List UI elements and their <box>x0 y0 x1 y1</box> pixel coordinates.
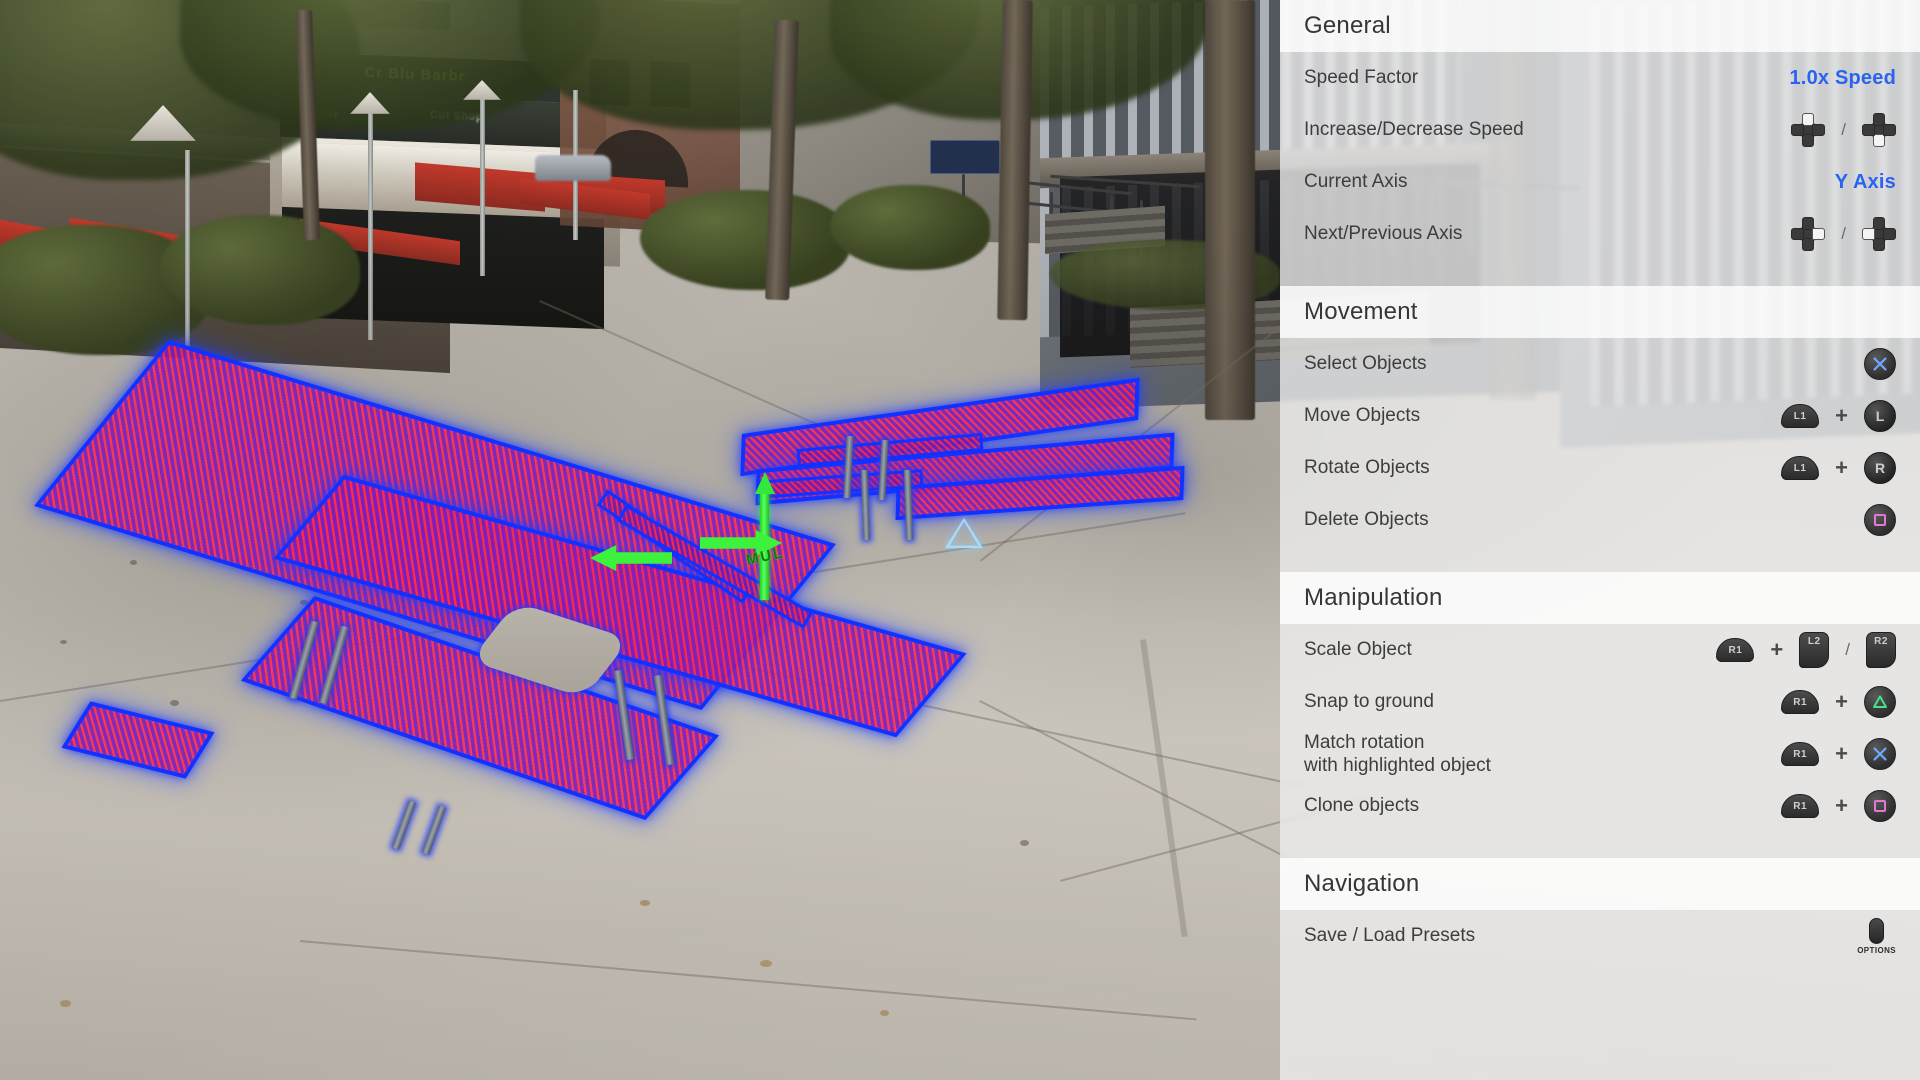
row-move-objects[interactable]: Move Objects L1 + L <box>1280 390 1920 442</box>
square-button-icon[interactable] <box>1864 504 1896 536</box>
debris <box>60 640 67 644</box>
options-caption: OPTIONS <box>1857 945 1896 955</box>
joiner-plus: + <box>1835 455 1848 480</box>
section-header-general: General <box>1280 0 1920 52</box>
l1-button-icon[interactable]: L1 <box>1781 456 1820 480</box>
debris <box>880 1010 889 1016</box>
separator-slash: / <box>1845 640 1850 659</box>
row-rotate-objects[interactable]: Rotate Objects L1 + R <box>1280 442 1920 494</box>
l2-trigger-icon[interactable]: L2 <box>1799 632 1830 668</box>
left-stick-icon[interactable]: L <box>1864 400 1896 432</box>
row-next-previous-axis[interactable]: Next/Previous Axis / <box>1280 208 1920 260</box>
r1-button-icon[interactable]: R1 <box>1781 742 1820 766</box>
row-label-match-rotation: Match rotation with highlighted object <box>1304 731 1781 777</box>
controls-overlay-panel: General Speed Factor 1.0x Speed Increase… <box>1280 0 1920 1080</box>
game-window: Cr Blu Barbr Barber Cut Shop <box>0 0 1920 1080</box>
row-label-delete-objects: Delete Objects <box>1304 509 1429 531</box>
section-header-navigation: Navigation <box>1280 858 1920 910</box>
cross-button-icon[interactable] <box>1864 738 1896 770</box>
options-pill <box>1869 917 1885 944</box>
row-delete-objects[interactable]: Delete Objects <box>1280 494 1920 546</box>
r1-button-icon[interactable]: R1 <box>1716 638 1755 662</box>
row-snap-to-ground[interactable]: Snap to ground R1 + <box>1280 676 1920 728</box>
section-header-manipulation: Manipulation <box>1280 572 1920 624</box>
debris <box>130 560 137 565</box>
row-current-axis[interactable]: Current Axis Y Axis <box>1280 156 1920 208</box>
row-label-match-rotation-line1: Match rotation <box>1304 731 1425 753</box>
joiner-plus: + <box>1835 793 1848 818</box>
row-label-rotate-objects: Rotate Objects <box>1304 457 1430 479</box>
separator-slash: / <box>1841 224 1846 243</box>
row-label-speed-factor: Speed Factor <box>1304 67 1419 89</box>
joiner-plus: + <box>1835 689 1848 714</box>
dpad-up-icon[interactable] <box>1791 113 1826 147</box>
value-speed-factor: 1.0x Speed <box>1789 66 1896 89</box>
museum-plaque <box>930 140 1000 174</box>
r2-trigger-icon[interactable]: R2 <box>1866 632 1896 668</box>
row-speed-factor[interactable]: Speed Factor 1.0x Speed <box>1280 52 1920 104</box>
cross-button-icon[interactable] <box>1864 348 1896 380</box>
joiner-plus: + <box>1835 403 1848 428</box>
options-button-icon[interactable]: OPTIONS <box>1857 917 1896 955</box>
row-scale-object[interactable]: Scale Object R1 + L2 / R2 <box>1280 624 1920 676</box>
debris <box>640 900 650 906</box>
row-label-match-rotation-line2: with highlighted object <box>1304 755 1491 776</box>
l1-button-icon[interactable]: L1 <box>1781 404 1820 428</box>
right-stick-icon[interactable]: R <box>1864 452 1896 484</box>
debris <box>1020 840 1029 846</box>
row-save-load-presets[interactable]: Save / Load Presets OPTIONS <box>1280 910 1920 962</box>
row-match-rotation[interactable]: Match rotation with highlighted object R… <box>1280 728 1920 780</box>
joiner-plus: + <box>1835 741 1848 766</box>
section-header-movement: Movement <box>1280 286 1920 338</box>
row-label-current-axis: Current Axis <box>1304 171 1408 193</box>
square-button-icon[interactable] <box>1864 790 1896 822</box>
row-label-scale-object: Scale Object <box>1304 639 1412 661</box>
highlight-marker-triangle <box>945 518 983 548</box>
dpad-right-icon[interactable] <box>1791 217 1826 251</box>
triangle-button-icon[interactable] <box>1864 686 1896 718</box>
row-label-move-objects: Move Objects <box>1304 405 1421 427</box>
separator-slash: / <box>1841 120 1846 139</box>
value-current-axis: Y Axis <box>1834 170 1896 193</box>
debris <box>300 600 308 605</box>
debris <box>60 1000 71 1007</box>
debris <box>170 700 179 706</box>
r1-button-icon[interactable]: R1 <box>1781 690 1820 714</box>
row-label-next-previous-axis: Next/Previous Axis <box>1304 223 1463 245</box>
dpad-down-icon[interactable] <box>1862 113 1896 147</box>
parked-car <box>535 155 611 181</box>
joiner-plus: + <box>1770 637 1784 662</box>
r1-button-icon[interactable]: R1 <box>1781 794 1820 818</box>
dpad-left-icon[interactable] <box>1862 217 1896 251</box>
row-select-objects[interactable]: Select Objects <box>1280 338 1920 390</box>
row-label-snap-to-ground: Snap to ground <box>1304 691 1434 713</box>
row-increase-decrease-speed[interactable]: Increase/Decrease Speed / <box>1280 104 1920 156</box>
row-label-save-load-presets: Save / Load Presets <box>1304 925 1476 947</box>
row-clone-objects[interactable]: Clone objects R1 + <box>1280 780 1920 832</box>
row-label-clone-objects: Clone objects <box>1304 795 1420 817</box>
row-label-increase-decrease-speed: Increase/Decrease Speed <box>1304 119 1524 141</box>
row-label-select-objects: Select Objects <box>1304 353 1427 375</box>
debris <box>760 960 772 967</box>
